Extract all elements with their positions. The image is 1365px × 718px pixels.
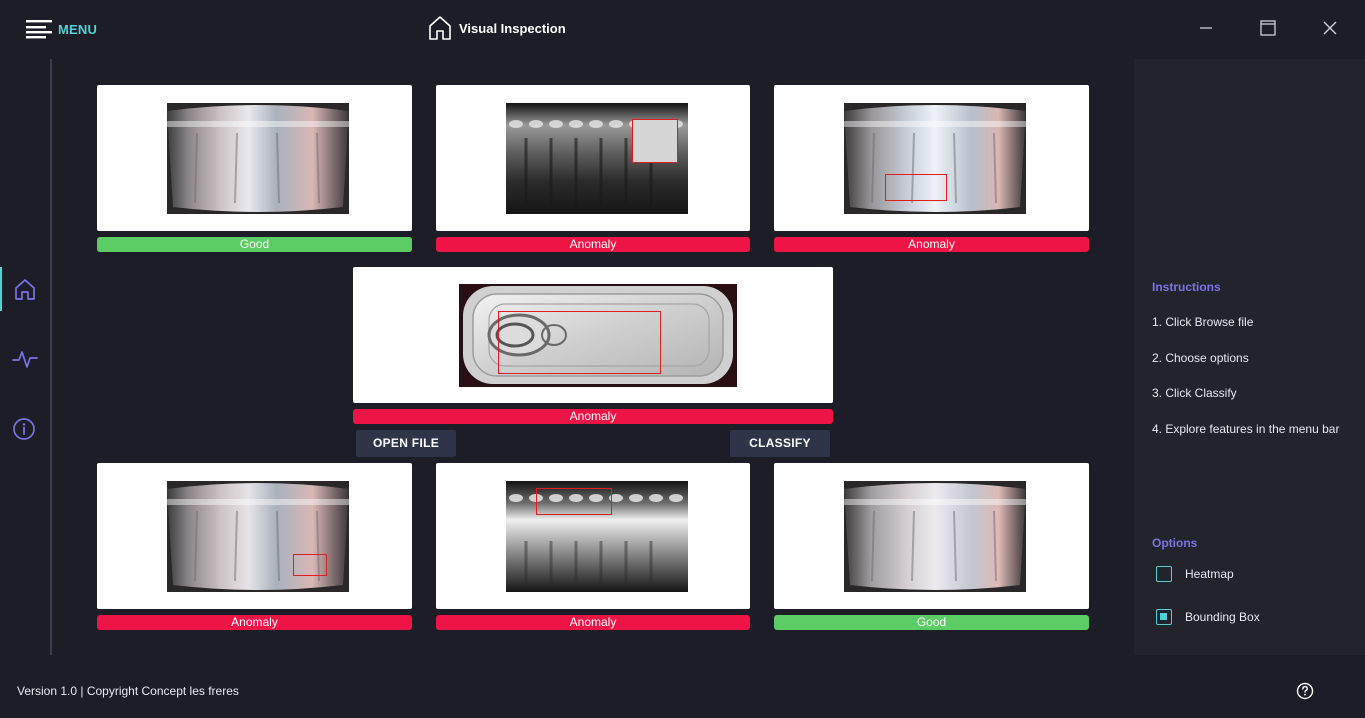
maximize-button[interactable] [1254, 14, 1282, 42]
status-badge: Anomaly [436, 615, 750, 630]
bounding-box [885, 174, 947, 201]
instruction-step: 3. Click Classify [1152, 386, 1237, 400]
image-card-5[interactable] [436, 463, 750, 609]
bounding-box-label: Bounding Box [1185, 610, 1260, 624]
image-card-4[interactable] [97, 463, 412, 609]
image-card-1[interactable] [97, 85, 412, 231]
heatmap-label: Heatmap [1185, 567, 1234, 581]
sidebar-item-activity[interactable] [11, 345, 39, 373]
menu-button[interactable]: MENU [22, 16, 102, 42]
activity-icon [12, 351, 38, 368]
help-icon [1296, 682, 1314, 700]
close-button[interactable] [1316, 14, 1344, 42]
can-rim-image [506, 481, 688, 592]
home-icon [429, 16, 451, 40]
status-badge: Anomaly [436, 237, 750, 252]
sidebar-item-home[interactable] [11, 275, 39, 303]
instruction-step: 2. Choose options [1152, 351, 1249, 365]
right-panel: Instructions 1. Click Browse file 2. Cho… [1134, 59, 1365, 655]
instruction-step: 1. Click Browse file [1152, 315, 1254, 329]
minimize-button[interactable] [1192, 14, 1220, 42]
menu-icon [26, 20, 52, 39]
status-badge: Anomaly [97, 615, 412, 630]
bounding-box [498, 311, 661, 374]
can-side-image [844, 103, 1026, 214]
version-text: Version 1.0 | Copyright Concept les frer… [17, 684, 239, 698]
help-button[interactable] [1295, 681, 1315, 701]
sidebar-divider [50, 59, 52, 655]
status-badge: Good [97, 237, 412, 252]
home-icon [15, 279, 35, 300]
close-icon [1323, 21, 1337, 35]
status-badge: Anomaly [774, 237, 1089, 252]
can-side-image [167, 481, 349, 592]
image-card-2[interactable] [436, 85, 750, 231]
heatmap-checkbox[interactable] [1156, 566, 1172, 582]
maximize-icon [1260, 20, 1276, 36]
info-icon [13, 418, 35, 440]
status-badge: Anomaly [353, 409, 833, 424]
bounding-box [536, 488, 612, 515]
bounding-box [632, 119, 678, 163]
image-card-6[interactable] [774, 463, 1089, 609]
instructions-heading: Instructions [1152, 280, 1221, 294]
instruction-step: 4. Explore features in the menu bar [1152, 422, 1340, 436]
checkbox-check [1160, 613, 1167, 620]
main-image-card[interactable] [353, 267, 833, 403]
can-side-image [167, 103, 349, 214]
bounding-box [293, 554, 327, 576]
can-rim-image [506, 103, 688, 214]
image-card-3[interactable] [774, 85, 1089, 231]
open-file-button[interactable]: OPEN FILE [356, 430, 456, 457]
sidebar-active-indicator [0, 267, 2, 311]
bounding-box-checkbox[interactable] [1156, 609, 1172, 625]
page-title: Visual Inspection [459, 21, 566, 36]
classify-button[interactable]: CLASSIFY [730, 430, 830, 457]
minimize-icon [1200, 27, 1212, 29]
options-heading: Options [1152, 536, 1198, 550]
can-side-image [844, 481, 1026, 592]
sidebar-item-info[interactable] [11, 415, 39, 443]
status-badge: Good [774, 615, 1089, 630]
menu-label: MENU [58, 22, 98, 37]
can-lid-image [459, 284, 737, 387]
